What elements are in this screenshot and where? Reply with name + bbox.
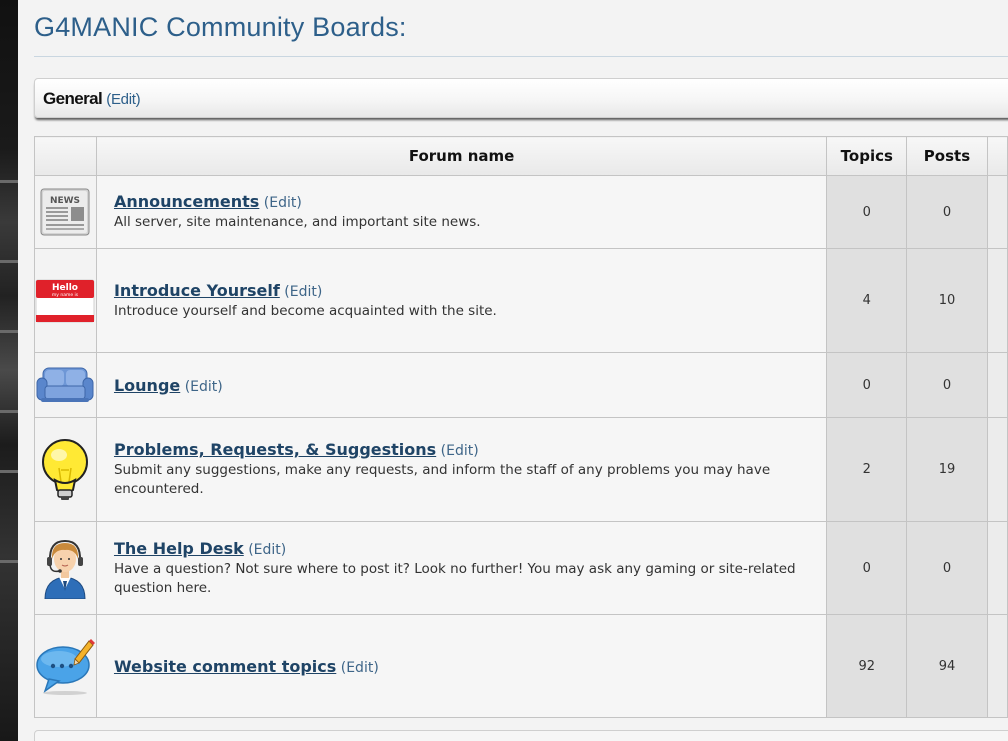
newspaper-masthead: NEWS (50, 196, 80, 206)
topics-count: 0 (826, 175, 908, 249)
category-edit-link[interactable]: (Edit) (106, 91, 140, 108)
posts-count: 0 (906, 521, 988, 615)
header-posts: Posts (906, 136, 988, 176)
title-divider (34, 56, 1008, 57)
extra-cell (986, 417, 1008, 522)
speech-bubble-pencil-icon (36, 639, 96, 695)
category-name: General (43, 89, 103, 108)
header-extra-column (986, 136, 1008, 176)
hello-name-tag-icon: Hello my name is (35, 279, 95, 322)
forum-edit-link[interactable]: (Edit) (248, 542, 286, 558)
forum-table: Forum name Topics Posts NEWS Announcemen… (34, 136, 1008, 718)
support-agent-icon (44, 539, 86, 599)
forum-name-cell: Lounge (Edit) (95, 352, 828, 418)
name-tag-hello-text: Hello (52, 283, 78, 293)
forum-edit-link[interactable]: (Edit) (441, 443, 479, 459)
forum-icon-cell (34, 352, 97, 418)
table-row: NEWS Announcements (Edit) All server, si… (34, 175, 1008, 249)
table-row: Lounge (Edit) 0 0 (34, 352, 1008, 418)
forum-edit-link[interactable]: (Edit) (185, 379, 223, 395)
header-topics: Topics (826, 136, 908, 176)
forum-description: Introduce yourself and become acquainted… (113, 302, 497, 319)
table-row: Website comment topics (Edit) 92 94 (34, 614, 1008, 718)
extra-cell (986, 175, 1008, 249)
forum-name-cell: Website comment topics (Edit) (95, 614, 828, 718)
extra-cell (986, 614, 1008, 718)
posts-count: 10 (906, 248, 988, 353)
forum-icon-cell: NEWS (34, 175, 97, 249)
topics-count: 92 (826, 614, 908, 718)
forum-icon-cell (34, 614, 97, 718)
extra-cell (986, 352, 1008, 418)
forum-icon-cell (34, 417, 97, 522)
forum-name-cell: Introduce Yourself (Edit) Introduce your… (95, 248, 828, 353)
topics-count: 4 (826, 248, 908, 353)
forum-edit-link[interactable]: (Edit) (341, 660, 379, 676)
forum-edit-link[interactable]: (Edit) (284, 284, 322, 300)
forum-name-cell: Announcements (Edit) All server, site ma… (95, 175, 828, 249)
table-row: Problems, Requests, & Suggestions (Edit)… (34, 417, 1008, 522)
sofa-icon (36, 367, 94, 402)
forum-description: Have a question? Not sure where to post … (113, 560, 796, 596)
forum-link-problems-requests-suggestions[interactable]: Problems, Requests, & Suggestions (114, 440, 436, 459)
category-title: General (Edit) (43, 89, 141, 109)
posts-count: 0 (906, 352, 988, 418)
forum-name-cell: Problems, Requests, & Suggestions (Edit)… (95, 417, 828, 522)
newspaper-icon: NEWS (40, 188, 90, 236)
forum-name-cell: The Help Desk (Edit) Have a question? No… (95, 521, 828, 615)
topics-count: 0 (826, 521, 908, 615)
forum-link-introduce-yourself[interactable]: Introduce Yourself (114, 281, 280, 300)
topics-count: 0 (826, 352, 908, 418)
posts-count: 19 (906, 417, 988, 522)
forum-link-lounge[interactable]: Lounge (114, 376, 180, 395)
forum-link-website-comment-topics[interactable]: Website comment topics (114, 657, 336, 676)
forum-link-announcements[interactable]: Announcements (114, 192, 259, 211)
extra-cell (986, 248, 1008, 353)
posts-count: 0 (906, 175, 988, 249)
header-icon-column (34, 136, 97, 176)
extra-cell (986, 521, 1008, 615)
table-row: Hello my name is Introduce Yourself (Edi… (34, 248, 1008, 353)
next-category-header (34, 730, 1008, 741)
table-header-row: Forum name Topics Posts (34, 136, 1008, 176)
forum-edit-link[interactable]: (Edit) (264, 195, 302, 211)
forum-description: Submit any suggestions, make any request… (113, 462, 771, 497)
lightbulb-icon (42, 438, 89, 500)
forum-link-help-desk[interactable]: The Help Desk (114, 539, 244, 558)
posts-count: 94 (906, 614, 988, 718)
page-title: G4MANIC Community Boards: (34, 12, 407, 42)
forum-description: All server, site maintenance, and import… (113, 214, 481, 230)
forum-icon-cell (34, 521, 97, 615)
header-forum-name: Forum name (95, 136, 828, 176)
forum-page: G4MANIC Community Boards: General (Edit)… (18, 0, 1008, 741)
table-row: The Help Desk (Edit) Have a question? No… (34, 521, 1008, 615)
forum-icon-cell: Hello my name is (34, 248, 97, 353)
category-header: General (Edit) (34, 78, 1008, 118)
name-tag-subtitle-text: my name is (52, 292, 79, 298)
background-left-strip (0, 0, 18, 741)
topics-count: 2 (826, 417, 908, 522)
